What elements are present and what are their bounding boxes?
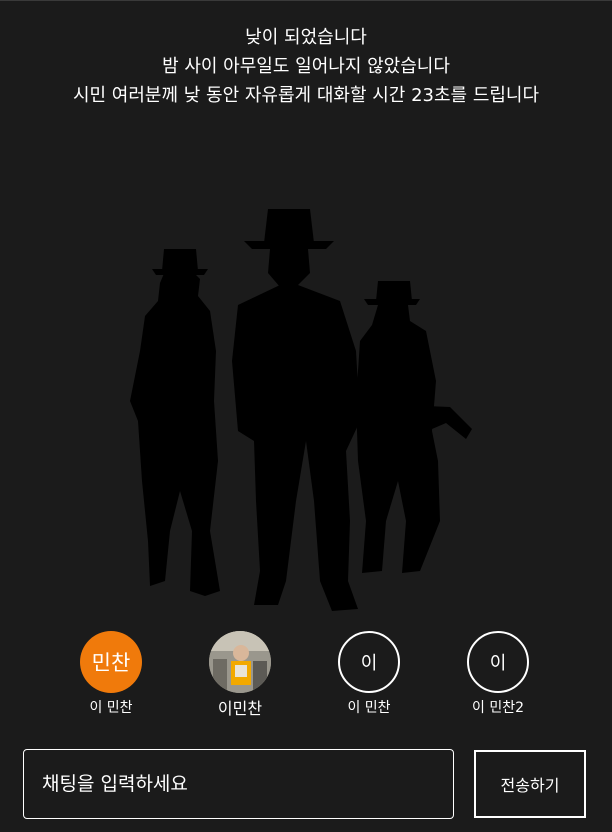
player-avatar: 이 [467, 631, 529, 693]
chat-input[interactable] [23, 749, 454, 819]
player-name: 이 민찬2 [472, 700, 524, 716]
player-card[interactable]: 민찬 이 민찬 [51, 631, 171, 717]
player-avatar-initials: 민찬 [91, 651, 131, 675]
player-card[interactable]: 이 이 민찬2 [438, 631, 558, 717]
player-name: 이민찬 [217, 699, 263, 718]
player-avatar-photo [209, 631, 271, 693]
player-avatar-initials: 이 [360, 653, 378, 674]
player-name: 이 민찬 [89, 700, 133, 716]
player-card[interactable]: 이 이 민찬 [309, 631, 429, 717]
send-button[interactable]: 전송하기 [474, 750, 586, 818]
day-announcement: 낮이 되었습니다 밤 사이 아무일도 일어나지 않았습니다 시민 여러분께 낮 … [0, 23, 612, 110]
announcement-line-1: 낮이 되었습니다 [245, 27, 367, 48]
game-screen: 낮이 되었습니다 밤 사이 아무일도 일어나지 않았습니다 시민 여러분께 낮 … [0, 0, 612, 832]
player-name: 이 민찬 [347, 700, 391, 716]
player-avatar: 이 [338, 631, 400, 693]
announcement-line-3: 시민 여러분께 낮 동안 자유롭게 대화할 시간 23초를 드립니다 [72, 85, 540, 106]
player-avatar-initials: 이 [489, 653, 507, 674]
player-list: 민찬 이 민찬 이민찬 이 이 민찬 이 이 민찬2 [0, 631, 612, 721]
player-avatar: 민찬 [80, 631, 142, 693]
announcement-line-2: 밤 사이 아무일도 일어나지 않았습니다 [162, 56, 450, 77]
mafia-silhouette-image [130, 209, 472, 611]
player-photo-image [209, 631, 271, 693]
player-card[interactable]: 이민찬 [180, 631, 300, 719]
